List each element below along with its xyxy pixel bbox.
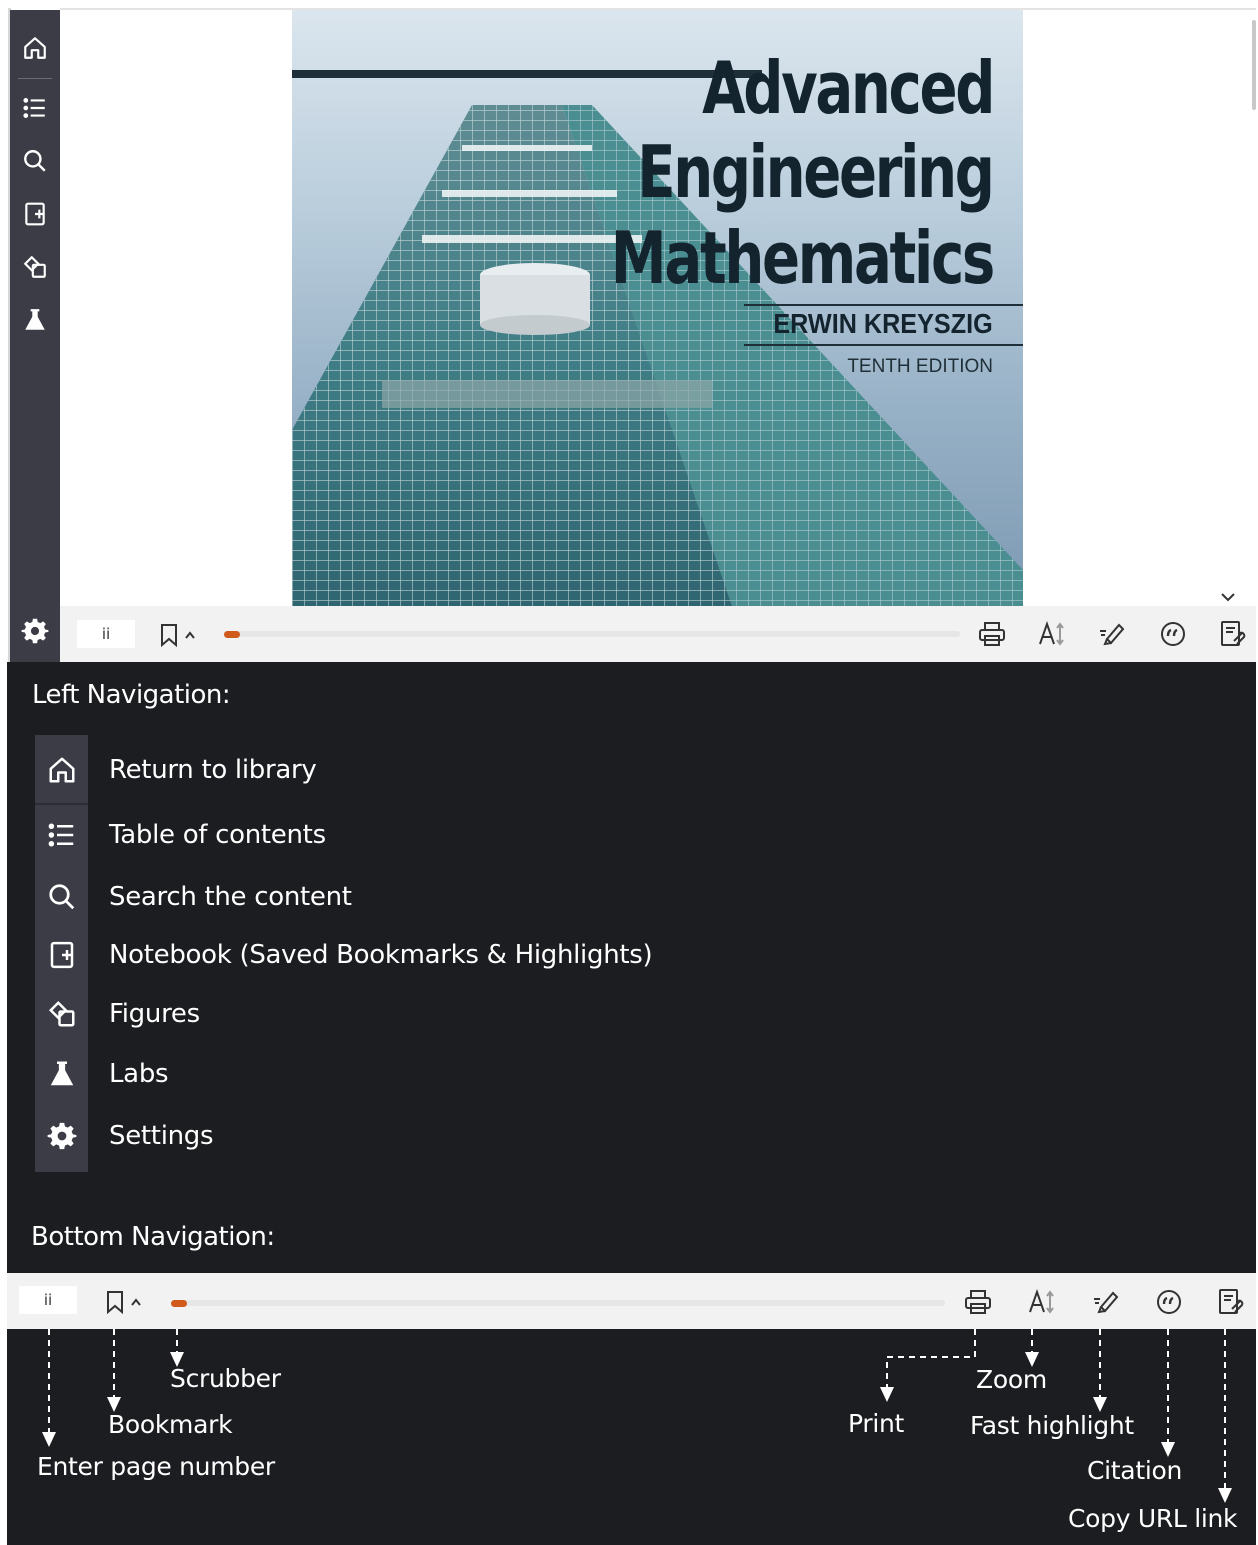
notebook-icon[interactable] — [10, 189, 60, 239]
home-icon[interactable] — [10, 23, 60, 73]
print-icon[interactable] — [974, 616, 1010, 652]
bookmark-icon — [161, 624, 177, 647]
legend-item-search: Search the content — [35, 869, 735, 925]
annotation-enter-page: Enter page number — [37, 1452, 275, 1481]
cover-title-line-3: Mathematics — [610, 216, 996, 300]
search-icon[interactable] — [10, 136, 60, 186]
bottom-toolbar: ii — [60, 606, 1256, 662]
gear-icon — [35, 1108, 88, 1164]
bookmark-button[interactable] — [160, 623, 196, 647]
legend-item-settings: Settings — [35, 1108, 735, 1164]
citation-icon — [1151, 1284, 1187, 1320]
cover-author: ERWIN KREYSZIG — [773, 308, 993, 339]
cover-edition: TENTH EDITION — [847, 356, 993, 377]
legend-label: Return to library — [109, 755, 317, 785]
bottom-nav-title: Bottom Navigation: — [31, 1222, 275, 1252]
legend-label: Notebook (Saved Bookmarks & Highlights) — [109, 940, 653, 970]
legend-item-notebook: Notebook (Saved Bookmarks & Highlights) — [35, 927, 735, 983]
chevron-up-icon — [185, 631, 195, 639]
legend-label: Search the content — [109, 882, 352, 912]
scrubber-handle[interactable] — [224, 631, 240, 638]
left-nav-title: Left Navigation: — [32, 680, 231, 710]
legend-panel: Left Navigation: Return to library Table… — [7, 662, 1256, 1545]
annotation-bookmark: Bookmark — [108, 1410, 233, 1439]
fast-highlight-icon — [1088, 1284, 1124, 1320]
scrubber-track[interactable] — [224, 631, 960, 637]
annotation-citation: Citation — [1087, 1456, 1183, 1485]
cover-title-line-2: Engineering — [637, 130, 996, 214]
vertical-scrollbar[interactable] — [1252, 20, 1256, 110]
chevron-down-icon[interactable] — [1213, 586, 1243, 608]
scrubber-handle — [171, 1300, 187, 1307]
annotation-zoom: Zoom — [976, 1365, 1047, 1394]
figures-icon[interactable] — [10, 242, 60, 292]
home-icon — [35, 742, 88, 798]
chevron-up-icon — [131, 1298, 141, 1306]
list-icon[interactable] — [10, 83, 60, 133]
legend-label: Settings — [109, 1121, 214, 1151]
legend-label: Figures — [109, 999, 200, 1029]
gear-icon[interactable] — [10, 606, 60, 656]
legend-item-figures: Figures — [35, 986, 735, 1042]
cover-title-line-1: Advanced — [701, 46, 995, 130]
page-number-input: ii — [19, 1286, 77, 1314]
annotation-fast-highlight: Fast highlight — [970, 1411, 1134, 1440]
annotation-print: Print — [848, 1409, 905, 1438]
bookmark-icon — [107, 1291, 123, 1314]
fast-highlight-icon[interactable] — [1094, 616, 1130, 652]
citation-icon[interactable] — [1155, 616, 1191, 652]
legend-label: Labs — [109, 1059, 169, 1089]
annotation-copy-url: Copy URL link — [1068, 1504, 1238, 1533]
legend-label: Table of contents — [109, 820, 326, 850]
copy-url-icon[interactable] — [1215, 616, 1251, 652]
page-number-input[interactable]: ii — [77, 620, 135, 648]
legend-divider — [35, 803, 88, 805]
zoom-icon — [1024, 1284, 1060, 1320]
left-sidebar — [10, 10, 60, 662]
book-cover: Advanced Engineering Mathematics ERWIN K… — [292, 10, 1023, 606]
cover-rule — [744, 304, 1023, 306]
zoom-icon[interactable] — [1034, 616, 1070, 652]
list-icon — [35, 807, 88, 863]
sidebar-divider — [18, 78, 52, 79]
cover-title-line — [292, 70, 762, 78]
figures-icon — [35, 986, 88, 1042]
copy-url-icon — [1213, 1284, 1249, 1320]
legend-bottom-toolbar: ii — [7, 1273, 1256, 1329]
bookmark-button — [106, 1290, 142, 1314]
legend-item-table-of-contents: Table of contents — [35, 807, 735, 863]
cover-rule — [744, 344, 1023, 346]
legend-item-labs: Labs — [35, 1046, 735, 1102]
notebook-icon — [35, 927, 88, 983]
labs-icon — [35, 1046, 88, 1102]
search-icon — [35, 869, 88, 925]
scrubber-track — [171, 1300, 945, 1306]
legend-item-return-to-library: Return to library — [35, 742, 735, 798]
annotation-scrubber: Scrubber — [170, 1364, 281, 1393]
print-icon — [960, 1284, 996, 1320]
labs-icon[interactable] — [10, 295, 60, 345]
reader-screenshot: Advanced Engineering Mathematics ERWIN K… — [0, 0, 1258, 662]
